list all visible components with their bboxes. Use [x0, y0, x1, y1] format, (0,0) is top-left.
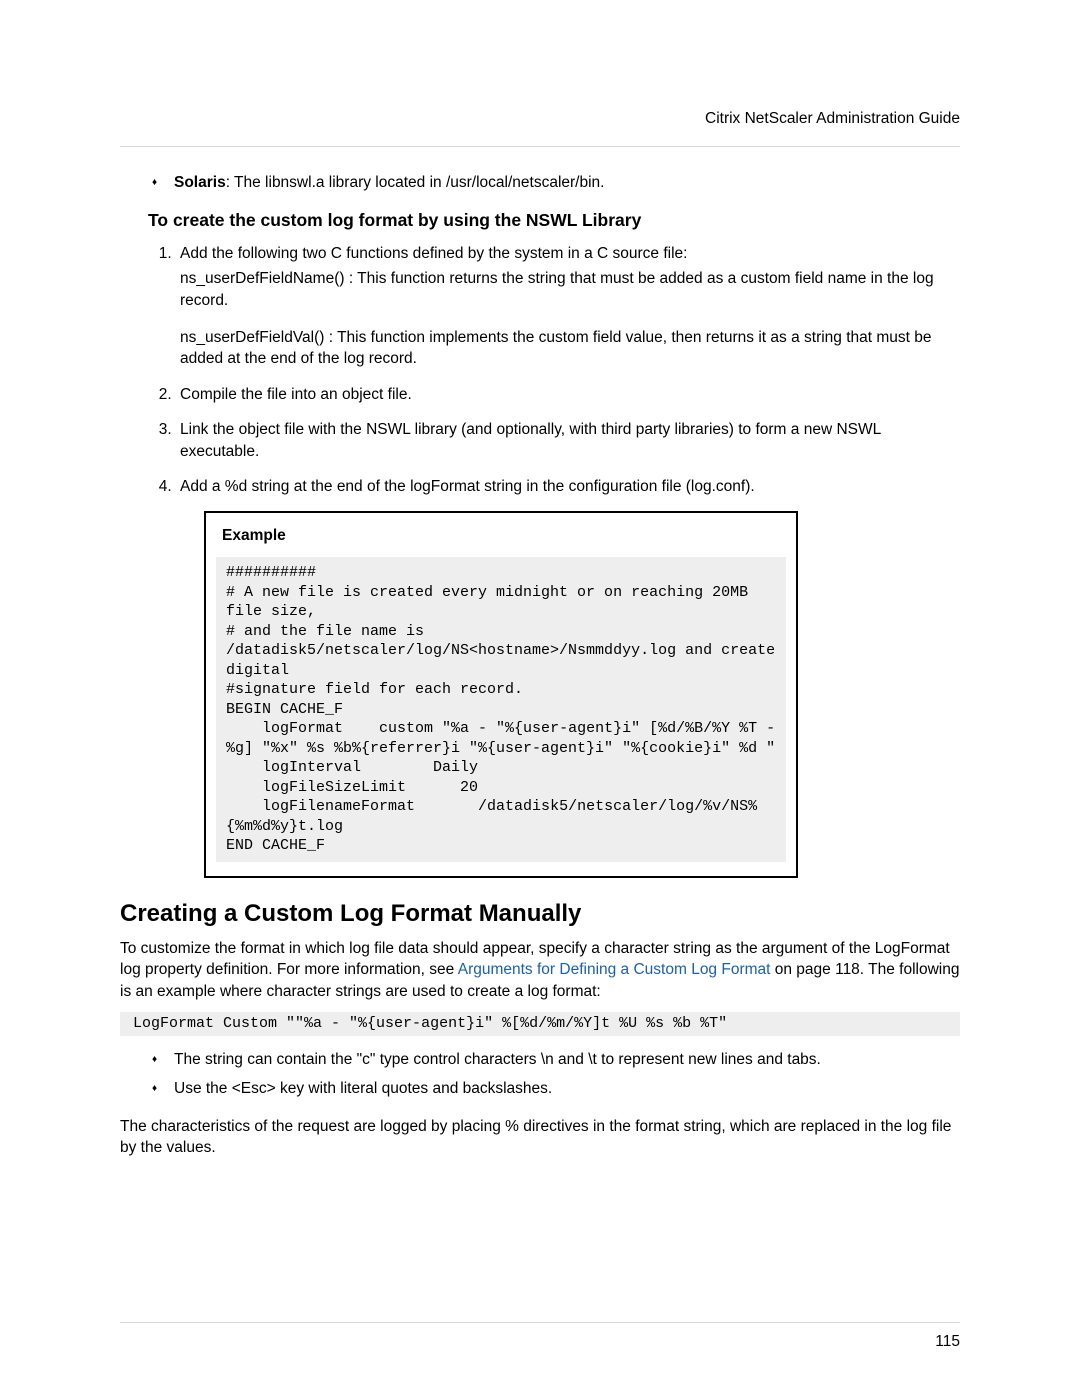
solaris-text: : The libnswl.a library located in /usr/…: [226, 174, 605, 191]
step-2: Compile the file into an object file.: [176, 384, 960, 405]
page: Citrix NetScaler Administration Guide So…: [0, 0, 1080, 1159]
step-1: Add the following two C functions define…: [176, 243, 960, 370]
step-1-intro: Add the following two C functions define…: [180, 245, 687, 262]
example-label: Example: [222, 527, 780, 545]
manual-paragraph-1: To customize the format in which log fil…: [120, 938, 960, 1002]
page-footer: 115: [120, 1322, 960, 1333]
solaris-list: Solaris: The libnswl.a library located i…: [148, 173, 960, 194]
manual-bullet-1: The string can contain the "c" type cont…: [170, 1050, 960, 1071]
steps-list: Add the following two C functions define…: [148, 243, 960, 497]
section-heading-manual: Creating a Custom Log Format Manually: [120, 900, 960, 928]
step-4-text: Add a %d string at the end of the logFor…: [180, 478, 755, 495]
example-code: ########## # A new file is created every…: [216, 557, 786, 862]
step-2-text: Compile the file into an object file.: [180, 386, 412, 403]
manual-bullet-2: Use the <Esc> key with literal quotes an…: [170, 1079, 960, 1100]
solaris-item: Solaris: The libnswl.a library located i…: [170, 173, 960, 194]
section-heading-nswl: To create the custom log format by using…: [148, 210, 960, 231]
page-number: 115: [935, 1333, 960, 1351]
manual-bullets: The string can contain the "c" type cont…: [148, 1050, 960, 1100]
manual-bullet-1-text: The string can contain the "c" type cont…: [174, 1051, 821, 1068]
xref-link-custom-log-format[interactable]: Arguments for Defining a Custom Log Form…: [458, 961, 771, 978]
step-3-text: Link the object file with the NSWL libra…: [180, 421, 881, 459]
solaris-label: Solaris: [174, 174, 226, 191]
example-box: Example ########## # A new file is creat…: [204, 511, 798, 878]
logformat-code: LogFormat Custom ""%a - "%{user-agent}i"…: [120, 1012, 960, 1036]
manual-bullet-2-text: Use the <Esc> key with literal quotes an…: [174, 1080, 552, 1097]
step-1-para-1: ns_userDefFieldName() : This function re…: [180, 268, 960, 311]
header-title: Citrix NetScaler Administration Guide: [705, 110, 960, 128]
page-header: Citrix NetScaler Administration Guide: [120, 110, 960, 147]
step-3: Link the object file with the NSWL libra…: [176, 419, 960, 462]
step-4: Add a %d string at the end of the logFor…: [176, 476, 960, 497]
page-content: Solaris: The libnswl.a library located i…: [120, 173, 960, 1159]
step-1-para-2: ns_userDefFieldVal() : This function imp…: [180, 327, 960, 370]
manual-paragraph-2: The characteristics of the request are l…: [120, 1116, 960, 1159]
